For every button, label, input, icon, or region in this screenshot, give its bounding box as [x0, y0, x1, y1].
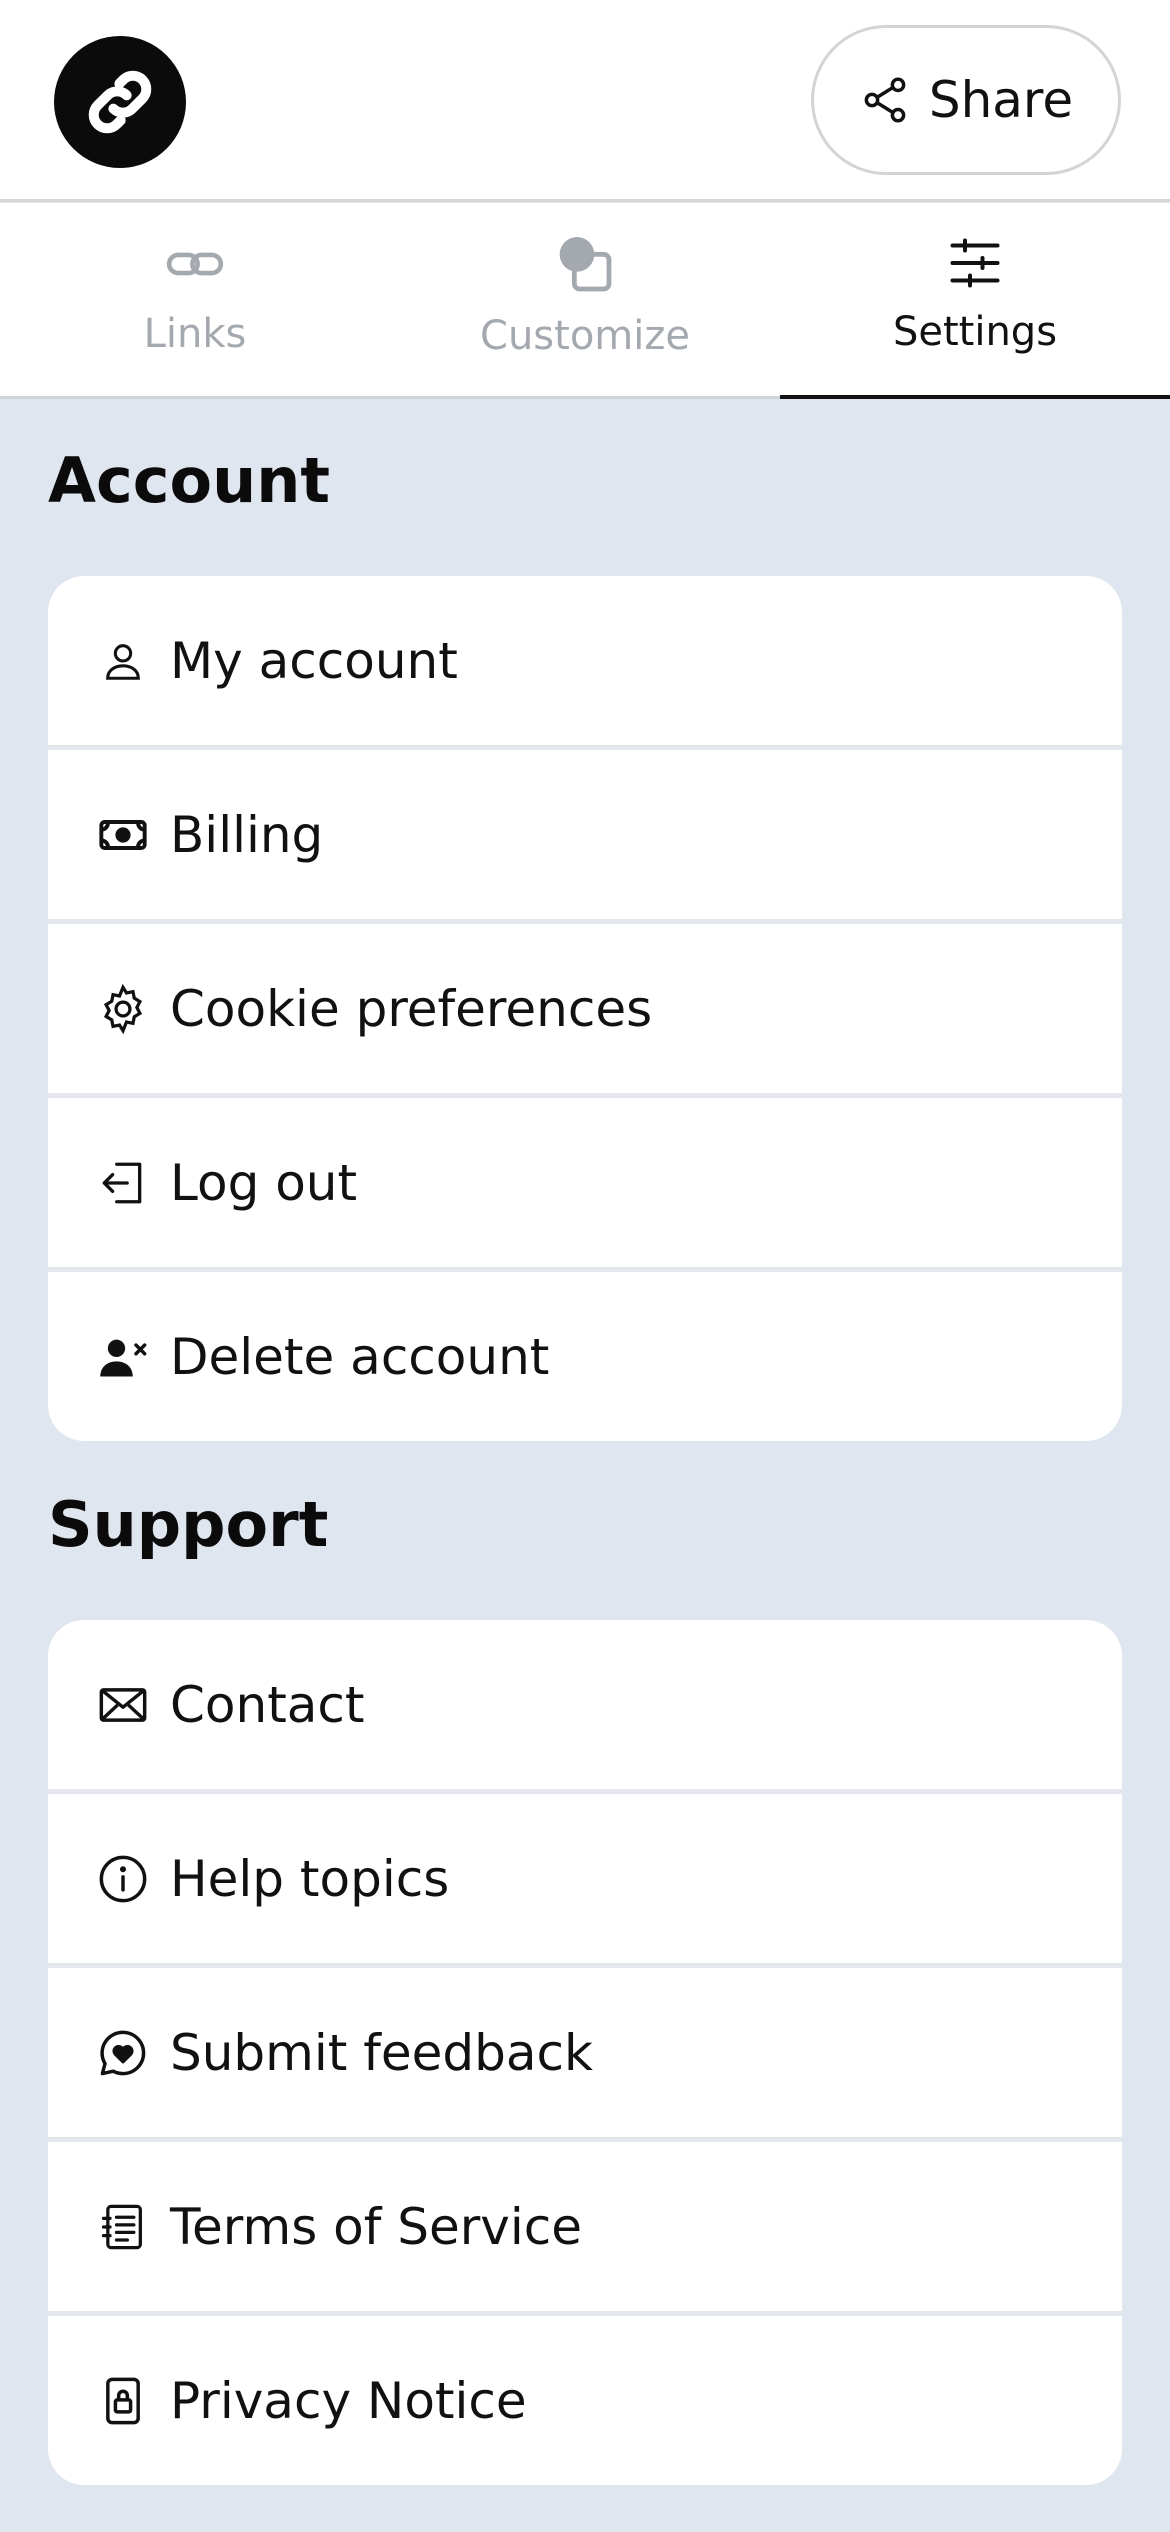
- link-icon: [164, 233, 226, 295]
- billing-item[interactable]: Billing: [48, 745, 1122, 919]
- billing-label: Billing: [170, 805, 324, 864]
- tab-settings[interactable]: Settings: [780, 203, 1170, 399]
- person-icon: [96, 634, 150, 688]
- contact-item[interactable]: Contact: [48, 1620, 1122, 1789]
- share-label: Share: [928, 71, 1074, 129]
- terms-of-service-label: Terms of Service: [170, 2197, 583, 2256]
- tab-links-label: Links: [143, 311, 247, 357]
- tab-settings-label: Settings: [892, 309, 1058, 355]
- logo-link-icon[interactable]: [54, 36, 186, 168]
- contact-label: Contact: [170, 1675, 365, 1734]
- support-card: Contact Help topics Submit feedback Term…: [48, 1620, 1122, 2485]
- envelope-icon: [96, 1678, 150, 1732]
- my-account-item[interactable]: My account: [48, 576, 1122, 745]
- privacy-notice-label: Privacy Notice: [170, 2371, 527, 2430]
- account-section-title: Account: [48, 444, 330, 517]
- account-card: My account Billing Cookie preferences Lo…: [48, 576, 1122, 1441]
- lock-document-icon: [96, 2374, 150, 2428]
- document-list-icon: [96, 2200, 150, 2254]
- log-out-item[interactable]: Log out: [48, 1093, 1122, 1267]
- banknote-icon: [96, 808, 150, 862]
- info-icon: [96, 1852, 150, 1906]
- submit-feedback-item[interactable]: Submit feedback: [48, 1963, 1122, 2137]
- sliders-icon: [945, 233, 1005, 293]
- customize-shapes-icon: [553, 233, 617, 297]
- top-bar: Share: [0, 0, 1170, 202]
- log-out-label: Log out: [170, 1153, 358, 1212]
- person-remove-icon: [96, 1330, 150, 1384]
- tab-customize-label: Customize: [480, 313, 690, 359]
- support-section-title: Support: [48, 1488, 329, 1561]
- gear-icon: [96, 982, 150, 1036]
- chat-heart-icon: [96, 2026, 150, 2080]
- my-account-label: My account: [170, 631, 458, 690]
- share-nodes-icon: [859, 74, 911, 126]
- privacy-notice-item[interactable]: Privacy Notice: [48, 2311, 1122, 2485]
- tab-links[interactable]: Links: [0, 203, 390, 396]
- logout-icon: [96, 1156, 150, 1210]
- help-topics-item[interactable]: Help topics: [48, 1789, 1122, 1963]
- delete-account-label: Delete account: [170, 1327, 550, 1386]
- share-button[interactable]: Share: [811, 25, 1121, 175]
- help-topics-label: Help topics: [170, 1849, 450, 1908]
- cookie-preferences-label: Cookie preferences: [170, 979, 653, 1038]
- terms-of-service-item[interactable]: Terms of Service: [48, 2137, 1122, 2311]
- tab-bar: Links Customize Settings: [0, 203, 1170, 399]
- submit-feedback-label: Submit feedback: [170, 2023, 593, 2082]
- tab-customize[interactable]: Customize: [390, 203, 780, 396]
- cookie-preferences-item[interactable]: Cookie preferences: [48, 919, 1122, 1093]
- delete-account-item[interactable]: Delete account: [48, 1267, 1122, 1441]
